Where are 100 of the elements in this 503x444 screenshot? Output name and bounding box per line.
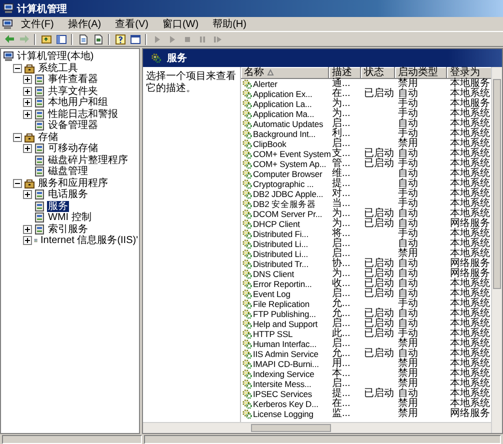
gear-icon	[242, 129, 252, 139]
gear-icon	[242, 279, 252, 289]
service-description: 允...	[332, 309, 350, 319]
gear-icon	[242, 169, 252, 179]
tree-item[interactable]: 磁盘管理	[47, 166, 89, 178]
expander-toggle[interactable]	[23, 236, 32, 246]
startup-type: 禁用	[398, 379, 418, 389]
gear-icon	[242, 99, 252, 109]
service-name: Distributed Tr...	[253, 259, 308, 269]
tree-item[interactable]: 电话服务	[47, 189, 89, 200]
service-name: DNS Client	[253, 269, 294, 279]
service-status: 已启动	[364, 89, 394, 99]
menu-item[interactable]: 查看(V)	[109, 18, 154, 30]
startup-type: 手动	[398, 199, 418, 209]
log-on-account: 本地系统	[450, 299, 490, 309]
horizontal-scrollbar[interactable]	[143, 422, 491, 433]
log-on-account: 本地系统	[450, 309, 490, 319]
column-header[interactable]: 名称	[241, 67, 329, 79]
log-on-account: 本地系统	[450, 289, 490, 299]
column-header[interactable]: 描述	[329, 67, 361, 79]
gear-icon	[242, 239, 252, 249]
expander-toggle[interactable]	[23, 144, 32, 154]
tree-item[interactable]: Internet 信息服务(IIS)'	[40, 235, 139, 246]
expander-toggle[interactable]	[23, 75, 32, 84]
startup-type: 自动	[398, 219, 418, 229]
startup-type: 手动	[398, 189, 418, 199]
startup-type: 自动	[398, 289, 418, 299]
service-description: 提...	[332, 179, 350, 189]
service-name: DB2 安全服务器	[253, 199, 316, 209]
gear-icon	[242, 319, 252, 329]
service-description: 当...	[332, 199, 350, 209]
column-header[interactable]: 启动类型	[395, 67, 447, 79]
expander-toggle[interactable]	[13, 64, 22, 73]
expander-toggle[interactable]	[23, 86, 32, 96]
startup-type: 禁用	[398, 339, 418, 349]
tree-item[interactable]: 存储	[37, 132, 59, 143]
startup-type: 手动	[398, 109, 418, 119]
service-description: 启...	[332, 119, 350, 129]
document-icon	[78, 34, 88, 44]
toolbox-icon	[24, 178, 35, 189]
tree-item[interactable]: 系统工具	[37, 62, 79, 74]
tree-item[interactable]: 可移动存储	[47, 143, 99, 154]
service-status: 已启动	[364, 159, 394, 169]
up-button[interactable]	[39, 32, 53, 46]
expander-toggle[interactable]	[13, 178, 22, 188]
menu-item[interactable]: 文件(F)	[15, 18, 60, 30]
service-description: 启...	[332, 319, 350, 329]
tree-toggle-button[interactable]	[54, 32, 68, 46]
menu-item[interactable]: 操作(A)	[62, 18, 108, 30]
gear-icon	[242, 179, 252, 189]
service-description: 为...	[332, 109, 350, 119]
gear-icon	[242, 359, 252, 369]
service-status: 已启动	[364, 259, 394, 269]
tree-item[interactable]: 索引服务	[47, 224, 89, 235]
startup-type: 手动	[398, 229, 418, 239]
help-button[interactable]	[113, 32, 127, 46]
gear-icon	[242, 339, 252, 349]
tree-item[interactable]: 服务和应用程序	[37, 178, 109, 189]
gear-icon	[242, 139, 252, 149]
service-name: Background Int...	[253, 129, 316, 139]
tree-item[interactable]: 性能日志和警报	[47, 108, 119, 120]
expander-toggle[interactable]	[13, 132, 22, 142]
vertical-scrollbar[interactable]	[491, 67, 502, 433]
app-menu-icon	[2, 18, 13, 30]
log-on-account: 本地服务	[450, 99, 490, 109]
menu-item[interactable]: 窗口(W)	[156, 18, 205, 30]
folder-icon	[40, 34, 52, 44]
startup-type: 自动	[398, 269, 418, 279]
gear-icon	[242, 309, 252, 319]
log-on-account: 本地系统	[450, 249, 490, 259]
tree-item[interactable]: 本地用户和组	[47, 97, 109, 108]
expander-toggle[interactable]	[23, 110, 32, 119]
log-on-account: 网络服务	[450, 259, 490, 269]
tree-item[interactable]: 共享文件夹	[47, 86, 99, 97]
log-on-account: 本地系统	[450, 199, 490, 209]
expander-toggle[interactable]	[23, 98, 32, 108]
tree-item[interactable]: WMI 控制	[47, 212, 92, 224]
tree-item[interactable]: 计算机管理(本地)	[16, 51, 95, 62]
tree-item[interactable]: 事件查看器	[47, 74, 99, 86]
startup-type: 手动	[398, 329, 418, 339]
console-button[interactable]	[128, 32, 142, 46]
window-title: 计算机管理	[17, 2, 67, 16]
gear-icon	[242, 329, 252, 339]
expander-toggle[interactable]	[23, 224, 32, 234]
service-name: Application Ma...	[253, 109, 314, 119]
tree-item[interactable]: 设备管理器	[47, 120, 99, 132]
column-header[interactable]: 状态	[361, 67, 395, 79]
tree-item[interactable]: 服务	[47, 200, 69, 212]
tree-item[interactable]: 磁盘碎片整理程序	[47, 154, 129, 166]
log-on-account: 本地系统	[450, 189, 490, 199]
toolbox-icon	[24, 132, 35, 143]
computer-icon	[3, 51, 14, 62]
document-icon	[92, 34, 104, 44]
service-status: 已启动	[364, 319, 394, 329]
expander-toggle[interactable]	[23, 190, 32, 200]
gear-icon	[242, 249, 252, 259]
service-description: 为...	[332, 99, 350, 109]
menu-item[interactable]: 帮助(H)	[206, 18, 252, 30]
startup-type: 手动	[398, 299, 418, 309]
gear-icon	[242, 409, 252, 419]
